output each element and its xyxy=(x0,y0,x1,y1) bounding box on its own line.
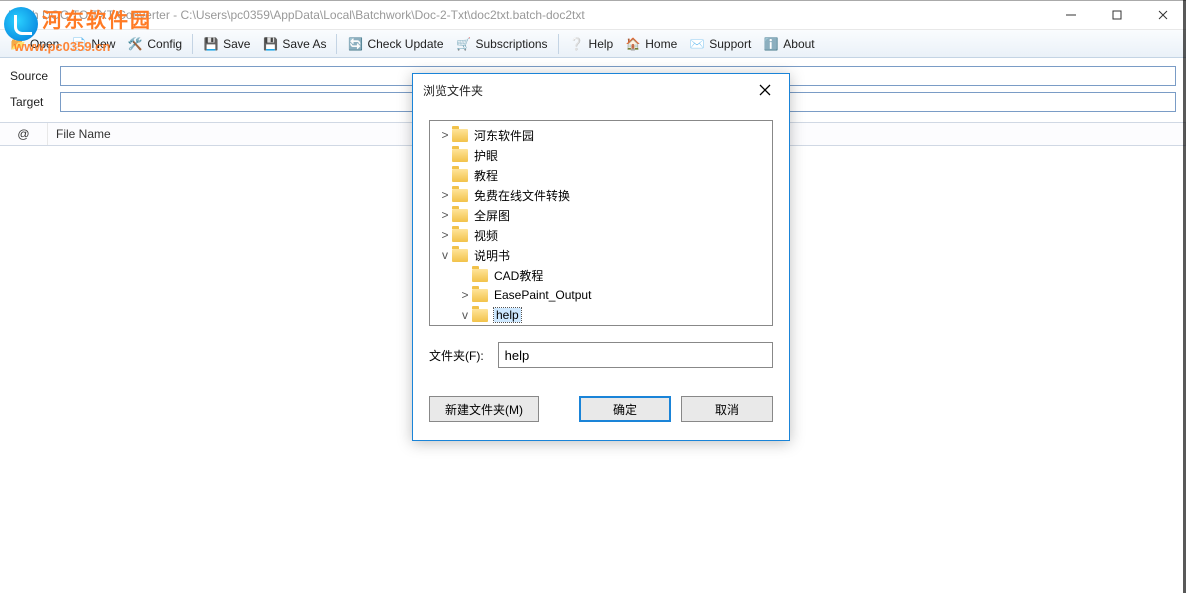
folder-name-row: 文件夹(F): xyxy=(429,342,773,368)
subscriptions-icon: 🛒 xyxy=(456,36,472,52)
window-title: Batch DOC TO TXT Converter - C:\Users\pc… xyxy=(8,8,1048,22)
tree-label: 教程 xyxy=(474,167,498,184)
separator xyxy=(192,34,193,54)
save-as-icon: 💾 xyxy=(262,36,278,52)
open-icon: 📂 xyxy=(10,36,26,52)
folder-icon xyxy=(472,269,488,282)
folder-tree[interactable]: > 河东软件园 护眼 教程 > 免费在线文件转换 > 全屏图 > 视频 v 说明书 CAD… xyxy=(429,120,773,326)
new-folder-button[interactable]: 新建文件夹(M) xyxy=(429,396,539,422)
open-button[interactable]: 📂 Open xyxy=(4,34,65,54)
home-button[interactable]: 🏠 Home xyxy=(619,34,683,54)
folder-icon xyxy=(452,209,468,222)
tree-item[interactable] xyxy=(430,325,772,326)
browse-folder-dialog: 浏览文件夹 > 河东软件园 护眼 教程 > 免费在线文件转换 > 全屏图 > 视频 v 说… xyxy=(412,73,790,441)
tree-label: 全屏图 xyxy=(474,207,510,224)
folder-icon xyxy=(452,229,468,242)
save-as-button[interactable]: 💾 Save As xyxy=(256,34,332,54)
support-icon: ✉️ xyxy=(689,36,705,52)
folder-icon xyxy=(452,149,468,162)
open-label: Open xyxy=(30,37,59,51)
folder-icon xyxy=(472,289,488,302)
title-bar: Batch DOC TO TXT Converter - C:\Users\pc… xyxy=(0,0,1186,30)
window-controls xyxy=(1048,0,1186,29)
column-at[interactable]: @ xyxy=(0,123,48,145)
folder-icon xyxy=(452,169,468,182)
folder-icon xyxy=(452,249,468,262)
help-label: Help xyxy=(589,37,614,51)
ok-button[interactable]: 确定 xyxy=(579,396,671,422)
source-label: Source xyxy=(10,69,60,83)
tree-label: 护眼 xyxy=(474,147,498,164)
close-button[interactable] xyxy=(1140,0,1186,29)
save-label: Save xyxy=(223,37,250,51)
separator xyxy=(558,34,559,54)
tree-label: 免费在线文件转换 xyxy=(474,187,570,204)
tree-item-selected[interactable]: v help xyxy=(430,305,772,325)
support-button[interactable]: ✉️ Support xyxy=(683,34,757,54)
tree-label: 视频 xyxy=(474,227,498,244)
help-icon: ❔ xyxy=(569,36,585,52)
home-label: Home xyxy=(645,37,677,51)
tree-item[interactable]: CAD教程 xyxy=(430,265,772,285)
close-icon xyxy=(759,84,771,96)
about-label: About xyxy=(783,37,814,51)
folder-icon xyxy=(472,309,488,322)
home-icon: 🏠 xyxy=(625,36,641,52)
tree-label: 说明书 xyxy=(474,247,510,264)
save-button[interactable]: 💾 Save xyxy=(197,34,256,54)
new-button[interactable]: 📄 New xyxy=(65,34,121,54)
dialog-buttons: 新建文件夹(M) 确定 取消 xyxy=(429,396,773,422)
about-button[interactable]: ℹ️ About xyxy=(757,34,820,54)
cancel-button[interactable]: 取消 xyxy=(681,396,773,422)
config-label: Config xyxy=(147,37,182,51)
check-update-button[interactable]: 🔄 Check Update xyxy=(341,34,449,54)
tree-label: help xyxy=(494,308,521,322)
dialog-close-button[interactable] xyxy=(751,76,779,104)
minimize-button[interactable] xyxy=(1048,0,1094,29)
tree-item[interactable]: 护眼 xyxy=(430,145,772,165)
help-button[interactable]: ❔ Help xyxy=(563,34,620,54)
folder-icon xyxy=(452,189,468,202)
expand-icon[interactable]: > xyxy=(438,188,452,202)
update-icon: 🔄 xyxy=(347,36,363,52)
folder-icon xyxy=(452,129,468,142)
separator xyxy=(336,34,337,54)
check-update-label: Check Update xyxy=(367,37,443,51)
collapse-icon[interactable]: v xyxy=(438,248,452,262)
new-icon: 📄 xyxy=(71,36,87,52)
expand-icon[interactable]: > xyxy=(458,288,472,302)
folder-name-label: 文件夹(F): xyxy=(429,347,484,364)
config-button[interactable]: 🛠️ Config xyxy=(121,34,188,54)
folder-icon xyxy=(492,325,508,326)
tree-label: CAD教程 xyxy=(494,267,543,284)
tree-item[interactable]: > 全屏图 xyxy=(430,205,772,225)
dialog-titlebar: 浏览文件夹 xyxy=(413,74,789,106)
save-as-label: Save As xyxy=(282,37,326,51)
tree-label: EasePaint_Output xyxy=(494,288,591,302)
target-label: Target xyxy=(10,95,60,109)
config-icon: 🛠️ xyxy=(127,36,143,52)
subscriptions-label: Subscriptions xyxy=(476,37,548,51)
subscriptions-button[interactable]: 🛒 Subscriptions xyxy=(450,34,554,54)
about-icon: ℹ️ xyxy=(763,36,779,52)
toolbar: 📂 Open 📄 New 🛠️ Config 💾 Save 💾 Save As 🔄 Chec… xyxy=(0,30,1186,58)
tree-item[interactable]: > EasePaint_Output xyxy=(430,285,772,305)
dialog-title: 浏览文件夹 xyxy=(423,82,483,99)
tree-item[interactable]: 教程 xyxy=(430,165,772,185)
folder-name-input[interactable] xyxy=(498,342,773,368)
maximize-button[interactable] xyxy=(1094,0,1140,29)
tree-item[interactable]: v 说明书 xyxy=(430,245,772,265)
new-label: New xyxy=(91,37,115,51)
tree-item[interactable]: > 视频 xyxy=(430,225,772,245)
tree-label: 河东软件园 xyxy=(474,127,534,144)
save-icon: 💾 xyxy=(203,36,219,52)
tree-item[interactable]: > 免费在线文件转换 xyxy=(430,185,772,205)
collapse-icon[interactable]: v xyxy=(458,308,472,322)
expand-icon[interactable]: > xyxy=(438,228,452,242)
tree-item[interactable]: > 河东软件园 xyxy=(430,125,772,145)
expand-icon[interactable]: > xyxy=(438,208,452,222)
support-label: Support xyxy=(709,37,751,51)
expand-icon[interactable]: > xyxy=(438,128,452,142)
